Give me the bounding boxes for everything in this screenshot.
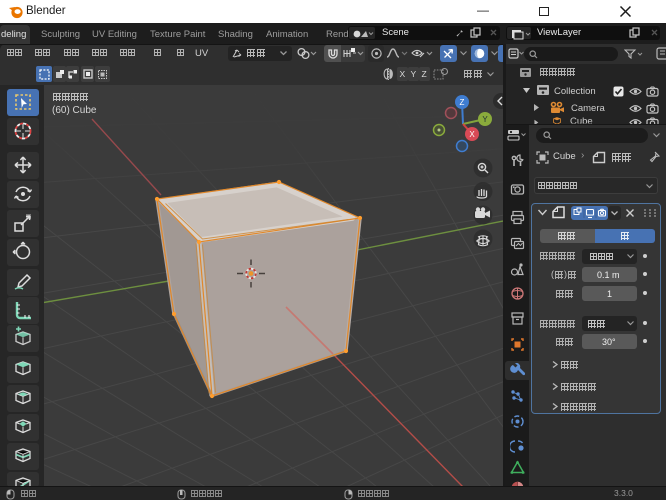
svg-text:Z: Z xyxy=(460,98,465,107)
svg-text:X: X xyxy=(469,130,475,139)
svg-text:Y: Y xyxy=(482,115,488,124)
